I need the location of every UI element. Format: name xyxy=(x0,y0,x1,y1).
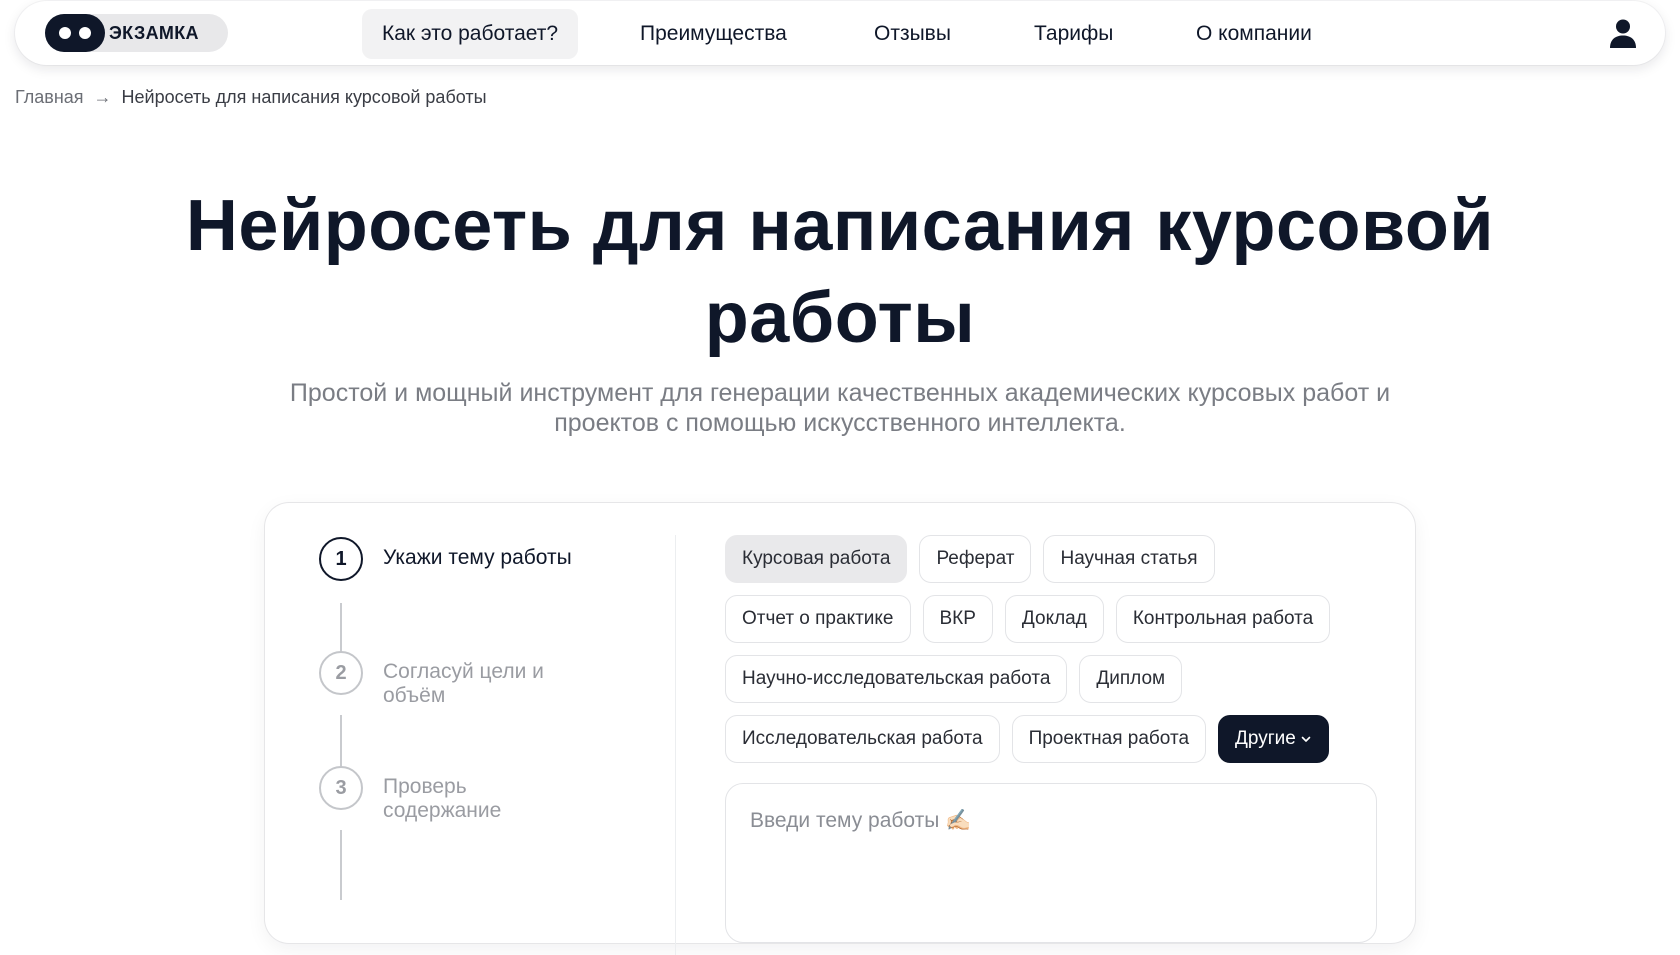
user-icon[interactable] xyxy=(1607,17,1639,49)
chip-test-work[interactable]: Контрольная работа xyxy=(1115,595,1331,643)
chip-essay[interactable]: Реферат xyxy=(919,535,1032,583)
step-connector xyxy=(340,830,342,900)
step-connector xyxy=(340,603,342,653)
main-nav: Как это работает? Преимущества Отзывы Та… xyxy=(15,1,1665,65)
chevron-down-icon xyxy=(1301,736,1311,742)
work-type-chips: Курсовая работа Реферат Научная статья О… xyxy=(725,535,1385,775)
step-1: 1 Укажи тему работы xyxy=(319,537,583,581)
step-label: Согласуй цели и объём xyxy=(383,660,544,707)
chip-project-work[interactable]: Проектная работа xyxy=(1011,715,1207,763)
topic-input[interactable] xyxy=(750,804,1350,838)
nav-how-it-works[interactable]: Как это работает? xyxy=(362,9,579,59)
chip-report[interactable]: Доклад xyxy=(1004,595,1104,643)
chip-vkr[interactable]: ВКР xyxy=(922,595,993,643)
step-label: Проверь содержание xyxy=(383,775,502,822)
generator-card: 1 Укажи тему работы 2 Согласуй цели и об… xyxy=(265,503,1415,955)
step-label: Укажи тему работы xyxy=(383,546,572,569)
chip-others-label: Другие xyxy=(1235,728,1296,749)
step-2: 2 Согласуй цели и объём xyxy=(319,651,583,708)
topic-textarea-wrapper xyxy=(725,783,1377,943)
chip-practice-report[interactable]: Отчет о практике xyxy=(725,595,911,643)
nav-pricing[interactable]: Тарифы xyxy=(1014,9,1133,59)
step-number: 2 xyxy=(319,651,363,695)
chip-others-dropdown[interactable]: Другие xyxy=(1218,715,1329,763)
breadcrumb-arrow-icon: → xyxy=(93,87,112,107)
page-subtitle: Простой и мощный инструмент для генераци… xyxy=(289,379,1391,437)
chip-diploma[interactable]: Диплом xyxy=(1079,655,1183,703)
page-title: Нейросеть для написания курсовой работы xyxy=(185,186,1495,358)
chip-research-work[interactable]: Исследовательская работа xyxy=(725,715,1000,763)
nav-reviews[interactable]: Отзывы xyxy=(854,9,971,59)
breadcrumb-home[interactable]: Главная xyxy=(15,87,84,108)
chip-coursework[interactable]: Курсовая работа xyxy=(725,535,908,583)
nav-about[interactable]: О компании xyxy=(1176,9,1332,59)
step-number: 3 xyxy=(319,766,363,810)
step-connector xyxy=(340,715,342,770)
breadcrumb-current: Нейросеть для написания курсовой работы xyxy=(121,87,487,107)
nav-advantages[interactable]: Преимущества xyxy=(620,9,807,59)
breadcrumb: Главная → Нейросеть для написания курсов… xyxy=(15,87,487,108)
column-divider xyxy=(675,535,676,955)
chip-research-project[interactable]: Научно-исследовательская работа xyxy=(725,655,1068,703)
step-3: 3 Проверь содержание xyxy=(319,766,583,823)
top-navbar: ЭКЗАМКА Как это работает? Преимущества О… xyxy=(15,1,1665,65)
chip-scientific-article[interactable]: Научная статья xyxy=(1043,535,1215,583)
step-number: 1 xyxy=(319,537,363,581)
